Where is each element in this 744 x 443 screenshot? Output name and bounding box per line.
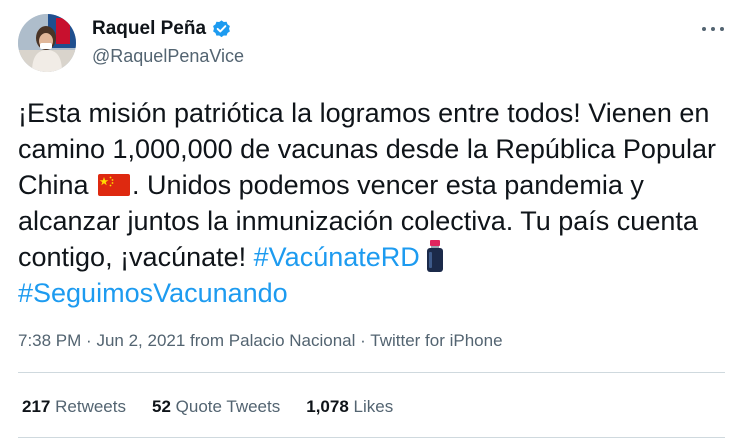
tweet-metadata: 7:38 PM · Jun 2, 2021 from Palacio Nacio…: [18, 331, 503, 351]
verified-badge-icon: [211, 19, 232, 40]
retweets-stat[interactable]: 217 Retweets: [22, 397, 126, 417]
from-label: from: [190, 331, 225, 350]
tweet-stats: 217 Retweets 52 Quote Tweets 1,078 Likes: [22, 397, 393, 417]
hashtag-seguimosvacunando-link[interactable]: #SeguimosVacunando: [18, 278, 288, 308]
tweet-time[interactable]: 7:38 PM: [18, 331, 81, 350]
likes-stat[interactable]: 1,078 Likes: [306, 397, 393, 417]
quote-tweets-label: Quote Tweets: [175, 397, 281, 416]
author-handle[interactable]: @RaquelPenaVice: [92, 46, 244, 67]
tweet-location[interactable]: Palacio Nacional: [229, 331, 356, 350]
retweets-label: Retweets: [55, 397, 126, 416]
tweet-card: Raquel Peña @RaquelPenaVice ¡Esta misión…: [0, 0, 744, 443]
avatar[interactable]: [18, 14, 76, 72]
vaccine-vial-icon: [426, 240, 444, 272]
retweets-count: 217: [22, 397, 51, 416]
meta-separator-2: ·: [360, 331, 366, 350]
meta-separator: ·: [86, 331, 92, 350]
likes-label: Likes: [353, 397, 394, 416]
dot: [702, 27, 706, 31]
tweet-source[interactable]: Twitter for iPhone: [370, 331, 502, 350]
quote-tweets-stat[interactable]: 52 Quote Tweets: [152, 397, 280, 417]
tweet-date[interactable]: Jun 2, 2021: [96, 331, 185, 350]
dot: [720, 27, 724, 31]
quote-tweets-count: 52: [151, 397, 171, 416]
hashtag-vacunaterd-link[interactable]: #VacúnateRD: [254, 242, 420, 272]
author-name-text: Raquel Peña: [92, 18, 207, 39]
tweet-text: ¡Esta misión patriótica la logramos entr…: [18, 95, 730, 311]
author-name[interactable]: Raquel Peña: [92, 18, 232, 40]
divider: [18, 437, 725, 438]
likes-count: 1,078: [306, 397, 349, 416]
dot: [711, 27, 715, 31]
more-options-icon[interactable]: [702, 22, 724, 36]
china-flag-icon: [98, 169, 131, 196]
divider: [18, 372, 725, 373]
